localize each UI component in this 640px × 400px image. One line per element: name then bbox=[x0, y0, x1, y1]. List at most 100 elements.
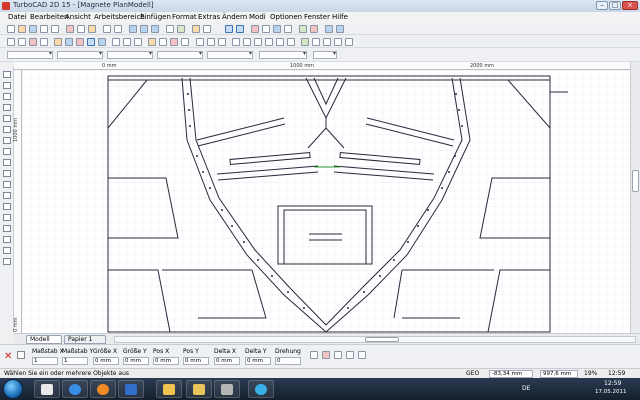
view-icon[interactable] bbox=[273, 25, 281, 33]
snap-perpendicular-icon[interactable] bbox=[287, 38, 295, 46]
grid-icon[interactable] bbox=[262, 25, 270, 33]
select-tool-icon[interactable] bbox=[3, 71, 11, 78]
explode-icon[interactable] bbox=[87, 38, 95, 46]
line-tool-icon[interactable] bbox=[3, 93, 11, 100]
size-x-field[interactable]: 0 mm bbox=[93, 357, 119, 365]
pos-x-field[interactable]: 0 mm bbox=[153, 357, 179, 365]
measure-icon[interactable] bbox=[196, 38, 204, 46]
menu-datei[interactable]: Datei bbox=[8, 13, 27, 21]
maximize-icon[interactable]: □ bbox=[609, 1, 621, 10]
insert-tool-icon[interactable] bbox=[3, 247, 11, 254]
horizontal-scroll-thumb[interactable] bbox=[365, 337, 399, 342]
rectangle-tool-icon[interactable] bbox=[3, 115, 11, 122]
inspector-tool-1-icon[interactable] bbox=[310, 351, 318, 359]
firefox-icon[interactable] bbox=[90, 380, 116, 398]
snap-nearest-icon[interactable] bbox=[312, 38, 320, 46]
clock-date[interactable]: 17.05.2011 bbox=[595, 389, 627, 395]
inspector-tool-4-icon[interactable] bbox=[346, 351, 354, 359]
menu-format[interactable]: Format bbox=[172, 13, 197, 21]
horizontal-scrollbar[interactable] bbox=[114, 336, 636, 343]
snap-tangent-icon[interactable] bbox=[276, 38, 284, 46]
layer-icon[interactable] bbox=[177, 25, 185, 33]
fill-dropdown[interactable] bbox=[207, 50, 253, 59]
fillet-icon[interactable] bbox=[76, 38, 84, 46]
rotate-icon[interactable] bbox=[112, 38, 120, 46]
snap-center-icon[interactable] bbox=[254, 38, 262, 46]
lineweight-dropdown[interactable] bbox=[157, 50, 203, 59]
arrow-tool-icon[interactable] bbox=[18, 38, 26, 46]
tab-paper[interactable]: Papier 1 bbox=[64, 335, 106, 344]
zoom-in-icon[interactable] bbox=[129, 25, 137, 33]
text-tool-icon[interactable] bbox=[3, 181, 11, 188]
ellipse-tool-icon[interactable] bbox=[3, 148, 11, 155]
size-dropdown[interactable] bbox=[313, 50, 337, 59]
delta-y-field[interactable]: 0 mm bbox=[245, 357, 271, 365]
print-icon[interactable] bbox=[40, 25, 48, 33]
new-file-icon[interactable] bbox=[7, 25, 15, 33]
menu-einfuegen[interactable]: Einfügen bbox=[140, 13, 171, 21]
dimension-icon[interactable] bbox=[148, 38, 156, 46]
save-icon[interactable] bbox=[29, 25, 37, 33]
double-line-tool-icon[interactable] bbox=[3, 170, 11, 177]
turbocad-app-icon[interactable] bbox=[2, 2, 10, 10]
delta-x-field[interactable]: 0 mm bbox=[214, 357, 240, 365]
modify-tool-icon[interactable] bbox=[3, 214, 11, 221]
zoom-window-icon[interactable] bbox=[151, 25, 159, 33]
join-icon[interactable] bbox=[98, 38, 106, 46]
mirror-icon[interactable] bbox=[123, 38, 131, 46]
align-icon[interactable] bbox=[207, 38, 215, 46]
redo-icon[interactable] bbox=[114, 25, 122, 33]
trim-tool-icon[interactable] bbox=[3, 236, 11, 243]
tab-model[interactable]: Modell bbox=[26, 335, 62, 344]
color-dropdown[interactable] bbox=[57, 50, 103, 59]
circle-tool-icon[interactable] bbox=[3, 137, 11, 144]
clock-time[interactable]: 12:59 bbox=[604, 380, 621, 387]
vertical-scrollbar[interactable] bbox=[630, 62, 640, 333]
text-icon[interactable] bbox=[159, 38, 167, 46]
scale-y-field[interactable]: 1 bbox=[62, 357, 88, 365]
copy-icon[interactable] bbox=[77, 25, 85, 33]
help-icon[interactable] bbox=[325, 25, 333, 33]
geo-indicator[interactable]: GEO bbox=[466, 370, 479, 377]
snap-quadrant-icon[interactable] bbox=[301, 38, 309, 46]
library-icon[interactable] bbox=[299, 25, 307, 33]
linetype-dropdown[interactable] bbox=[107, 50, 153, 59]
explorer-folder-icon[interactable] bbox=[156, 380, 182, 398]
language-indicator[interactable]: DE bbox=[522, 385, 530, 392]
snap-grid-icon[interactable] bbox=[323, 38, 331, 46]
cut-icon[interactable] bbox=[66, 25, 74, 33]
scale-x-field[interactable]: 1 bbox=[32, 357, 58, 365]
zoom-out-icon[interactable] bbox=[140, 25, 148, 33]
point-tool-icon[interactable] bbox=[3, 82, 11, 89]
offset-icon[interactable] bbox=[54, 38, 62, 46]
close-icon[interactable]: × bbox=[622, 1, 638, 10]
transform-tool-icon[interactable] bbox=[3, 225, 11, 232]
circle-icon[interactable] bbox=[65, 38, 73, 46]
stretch-icon[interactable] bbox=[218, 38, 226, 46]
snap-endpoint-icon[interactable] bbox=[232, 38, 240, 46]
taskbar-app-7-icon[interactable] bbox=[214, 380, 240, 398]
size-y-field[interactable]: 0 mm bbox=[123, 357, 149, 365]
layer-dropdown[interactable] bbox=[7, 50, 53, 59]
snap-settings-icon[interactable] bbox=[345, 38, 353, 46]
block-icon[interactable] bbox=[181, 38, 189, 46]
menu-hilfe[interactable]: Hilfe bbox=[332, 13, 348, 21]
render-icon[interactable] bbox=[251, 25, 259, 33]
hatch-icon[interactable] bbox=[170, 38, 178, 46]
dimension-tool-icon[interactable] bbox=[3, 192, 11, 199]
palette-icon[interactable] bbox=[310, 25, 318, 33]
print-preview-icon[interactable] bbox=[51, 25, 59, 33]
help-context-icon[interactable] bbox=[336, 25, 344, 33]
select-mode-icon[interactable] bbox=[225, 25, 233, 33]
menu-fenster[interactable]: Fenster bbox=[304, 13, 330, 21]
snap-none-icon[interactable] bbox=[334, 38, 342, 46]
taskbar-app-1-icon[interactable] bbox=[34, 380, 60, 398]
drawing-canvas[interactable] bbox=[22, 70, 630, 333]
taskbar-app-2-icon[interactable] bbox=[62, 380, 88, 398]
undo-icon[interactable] bbox=[103, 25, 111, 33]
paste-icon[interactable] bbox=[88, 25, 96, 33]
minimize-icon[interactable]: – bbox=[596, 1, 608, 10]
turbocad-taskbar-icon[interactable] bbox=[186, 380, 212, 398]
snap-icon[interactable] bbox=[203, 25, 211, 33]
drawing-svg[interactable] bbox=[22, 70, 630, 333]
